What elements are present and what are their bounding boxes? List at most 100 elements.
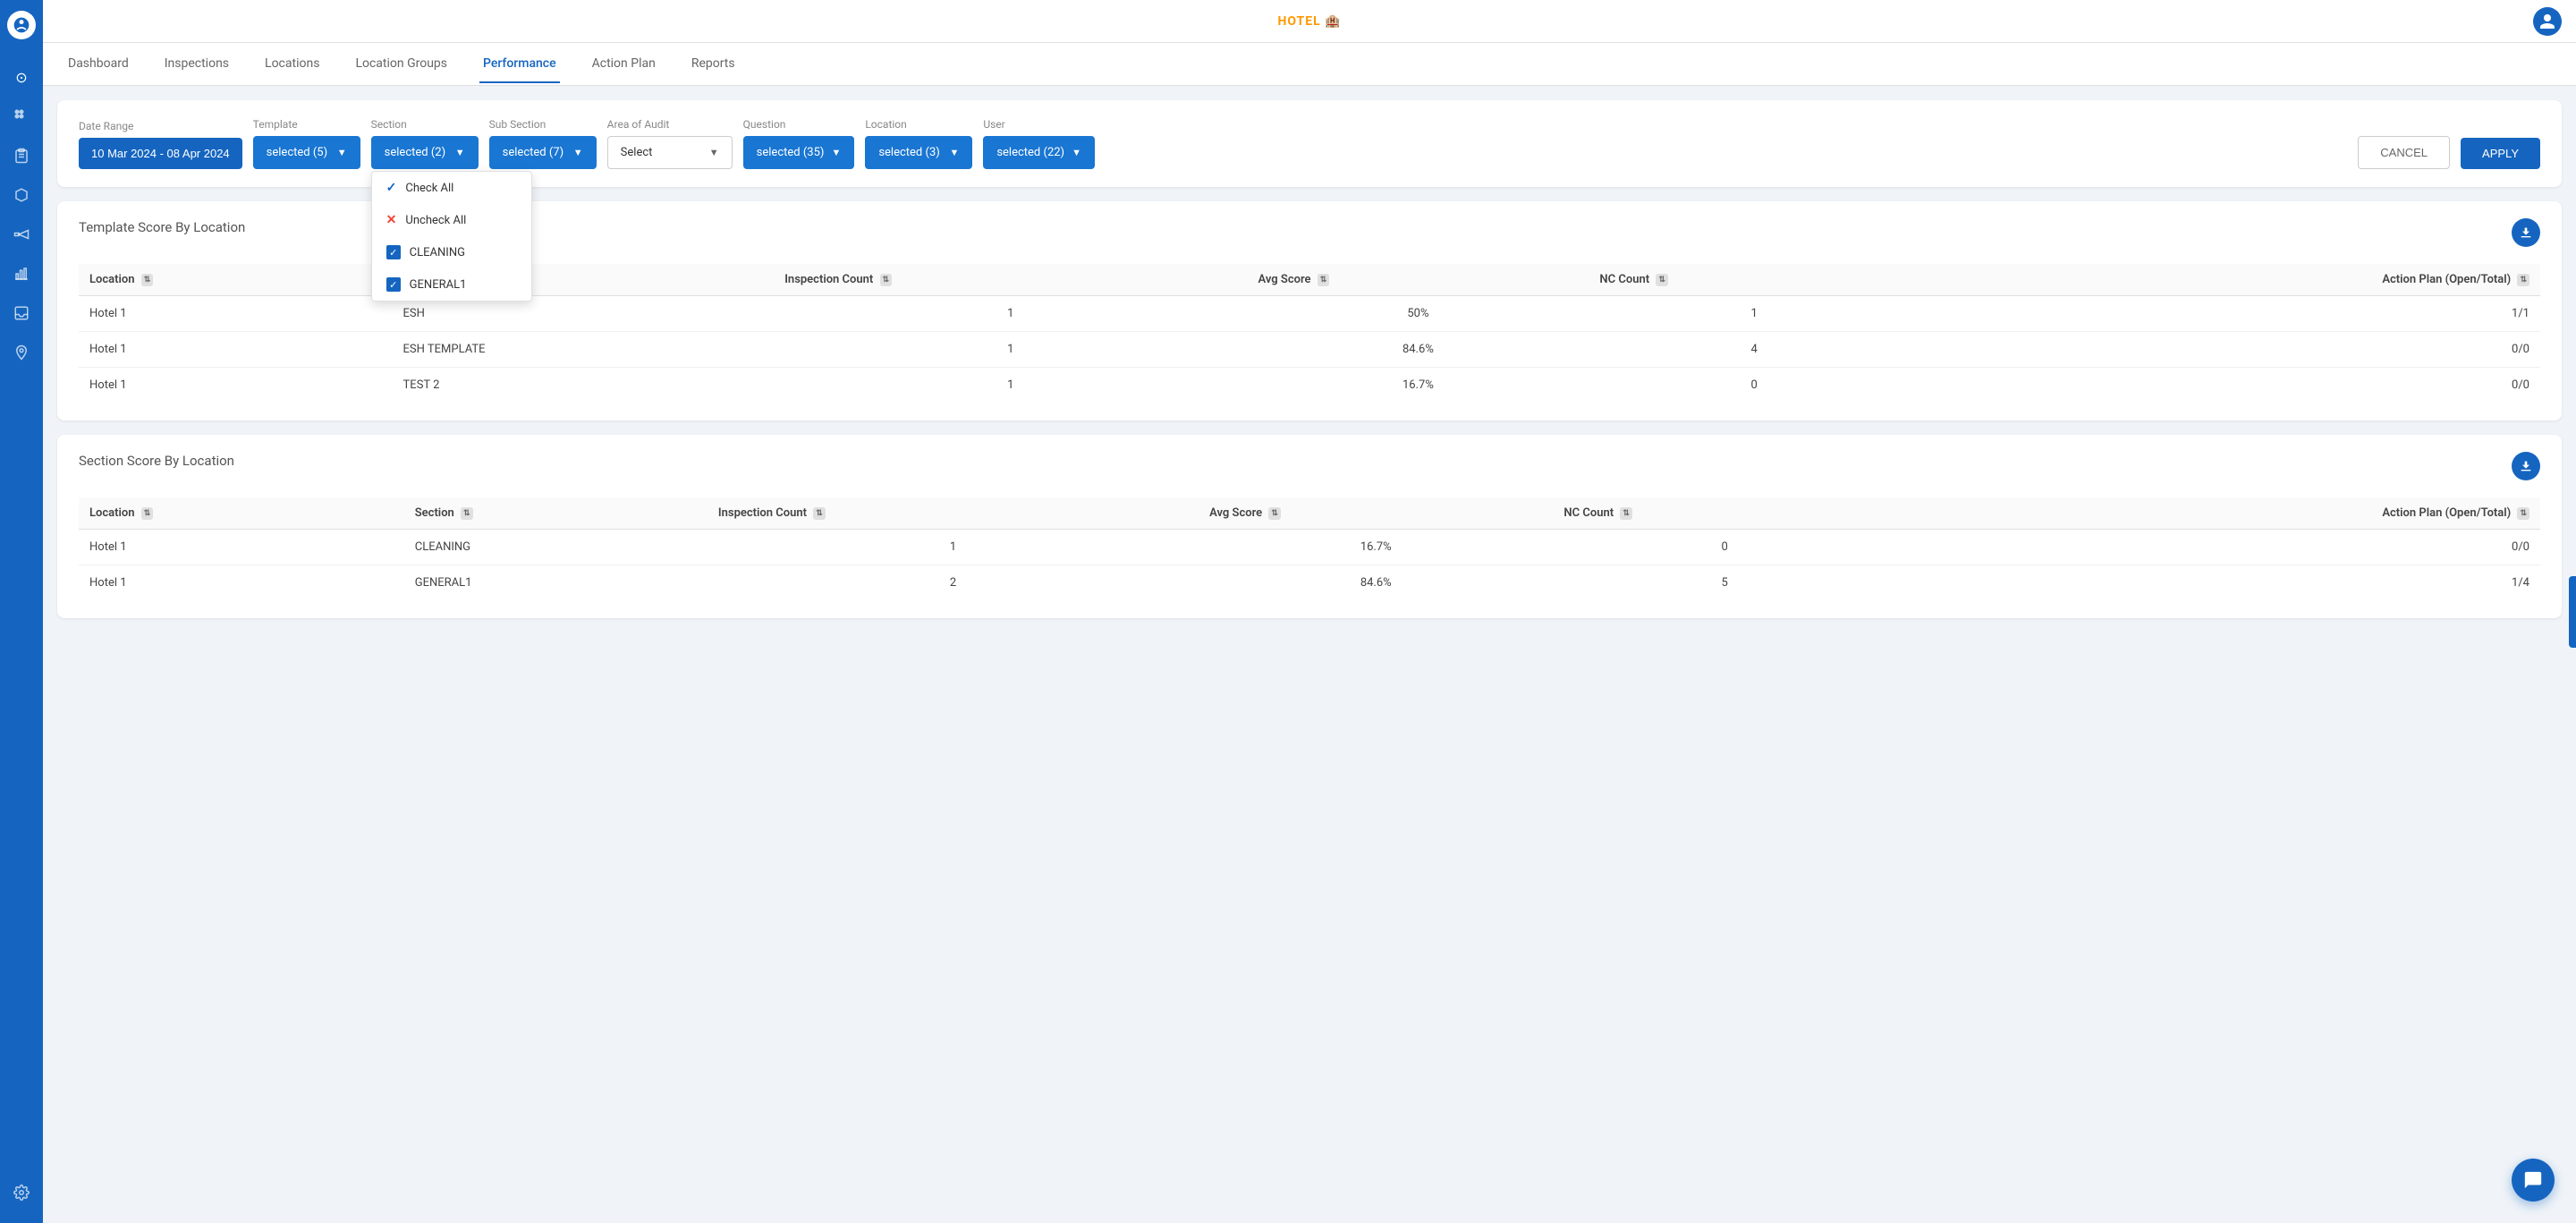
inspection-count-sort-icon[interactable]: ⇅	[880, 274, 893, 286]
date-range-button[interactable]: 10 Mar 2024 - 08 Apr 2024	[79, 138, 242, 169]
sidebar-item-clipboard[interactable]	[5, 140, 38, 172]
check-all-item[interactable]: ✓ Check All	[372, 172, 531, 204]
cell-inspection-count: 1	[774, 332, 1247, 368]
question-dropdown[interactable]: selected (35) ▼	[743, 136, 855, 169]
tab-performance[interactable]: Performance	[479, 46, 560, 83]
cell-nc-count: 0	[1553, 530, 1895, 565]
template-score-download-button[interactable]	[2512, 218, 2540, 247]
question-chevron-icon: ▼	[831, 147, 841, 158]
sec-location-sort-icon[interactable]: ⇅	[141, 507, 154, 520]
template-group: Template selected (5) ▼	[253, 118, 360, 169]
tab-inspections[interactable]: Inspections	[161, 46, 233, 83]
cancel-button[interactable]: CANCEL	[2358, 136, 2450, 169]
area-of-audit-label: Area of Audit	[607, 118, 733, 131]
user-value: selected (22)	[996, 146, 1064, 159]
user-avatar[interactable]	[2533, 7, 2562, 36]
tab-locations[interactable]: Locations	[261, 46, 323, 83]
section-score-download-button[interactable]	[2512, 452, 2540, 480]
question-group: Question selected (35) ▼	[743, 118, 855, 169]
action-plan-sort-icon[interactable]: ⇅	[2517, 274, 2529, 286]
apply-button[interactable]: APPLY	[2461, 138, 2540, 169]
cleaning-item[interactable]: ✓ CLEANING	[372, 236, 531, 268]
date-range-label: Date Range	[79, 120, 242, 132]
sec-inspection-sort-icon[interactable]: ⇅	[813, 507, 826, 520]
cell-avg-score: 50%	[1247, 296, 1589, 332]
nav-tabs: Dashboard Inspections Locations Location…	[43, 43, 2576, 86]
sidebar-item-pin[interactable]	[5, 336, 38, 369]
nc-count-sort-icon[interactable]: ⇅	[1656, 274, 1668, 286]
section-dropdown[interactable]: selected (2) ▼	[371, 136, 479, 169]
tab-dashboard[interactable]: Dashboard	[64, 46, 132, 83]
table-row: Hotel 1 TEST 2 1 16.7% 0 0/0	[79, 368, 2540, 403]
area-of-audit-dropdown[interactable]: Select ▼	[607, 136, 733, 169]
cleaning-label: CLEANING	[410, 246, 465, 259]
section-score-title: Section Score By Location	[79, 453, 234, 469]
sidebar-item-chart[interactable]	[5, 258, 38, 290]
location-label: Location	[865, 118, 972, 131]
sidebar-item-inbox[interactable]	[5, 297, 38, 329]
sec-action-sort-icon[interactable]: ⇅	[2517, 507, 2529, 520]
chat-button[interactable]	[2512, 1159, 2555, 1202]
cell-location: Hotel 1	[79, 530, 404, 565]
tab-location-groups[interactable]: Location Groups	[352, 46, 451, 83]
cell-avg-score: 16.7%	[1199, 530, 1553, 565]
sec-col-section: Section ⇅	[404, 497, 708, 530]
cell-nc-count: 4	[1589, 332, 1919, 368]
cell-action-plan: 0/0	[1919, 368, 2540, 403]
template-value: selected (5)	[267, 146, 327, 159]
cell-nc-count: 0	[1589, 368, 1919, 403]
sidebar-item-tag[interactable]	[5, 179, 38, 211]
col-location: Location ⇅	[79, 264, 393, 296]
filter-actions: CANCEL APPLY	[2358, 136, 2540, 169]
location-value: selected (3)	[878, 146, 939, 159]
section-wrapper: selected (2) ▼ ✓ Check All ✕ Uncheck A	[371, 136, 479, 169]
general1-item[interactable]: ✓ GENERAL1	[372, 268, 531, 301]
sec-nc-sort-icon[interactable]: ⇅	[1620, 507, 1632, 520]
tab-reports[interactable]: Reports	[688, 46, 739, 83]
cell-avg-score: 84.6%	[1247, 332, 1589, 368]
sec-section-sort-icon[interactable]: ⇅	[461, 507, 473, 520]
section-dropdown-menu: ✓ Check All ✕ Uncheck All ✓ CLEANING	[371, 171, 532, 302]
filter-row: Date Range 10 Mar 2024 - 08 Apr 2024 Tem…	[79, 118, 2540, 169]
sec-col-location: Location ⇅	[79, 497, 404, 530]
sidebar-item-home[interactable]: ⊙	[5, 61, 38, 93]
user-dropdown[interactable]: selected (22) ▼	[983, 136, 1095, 169]
cell-inspection-count: 2	[708, 565, 1199, 601]
area-of-audit-group: Area of Audit Select ▼	[607, 118, 733, 169]
sec-col-nc-count: NC Count ⇅	[1553, 497, 1895, 530]
cell-inspection-count: 1	[708, 530, 1199, 565]
cell-action-plan: 1/4	[1896, 565, 2540, 601]
filter-bar: Date Range 10 Mar 2024 - 08 Apr 2024 Tem…	[57, 100, 2562, 187]
location-sort-icon[interactable]: ⇅	[141, 274, 154, 286]
sidebar-item-gear[interactable]	[5, 1176, 38, 1209]
sidebar-item-megaphone[interactable]	[5, 218, 38, 251]
question-label: Question	[743, 118, 855, 131]
sec-avg-sort-icon[interactable]: ⇅	[1268, 507, 1281, 520]
uncheck-all-item[interactable]: ✕ Uncheck All	[372, 204, 531, 236]
table-row: Hotel 1 ESH TEMPLATE 1 84.6% 4 0/0	[79, 332, 2540, 368]
col-avg-score: Avg Score ⇅	[1247, 264, 1589, 296]
template-label: Template	[253, 118, 360, 131]
cell-inspection-count: 1	[774, 296, 1247, 332]
template-chevron-icon: ▼	[337, 147, 347, 158]
cell-avg-score: 84.6%	[1199, 565, 1553, 601]
question-value: selected (35)	[757, 146, 825, 159]
app-logo: HOTEL 🏨	[1277, 14, 1341, 29]
section-label: Section	[371, 118, 479, 131]
date-range-group: Date Range 10 Mar 2024 - 08 Apr 2024	[79, 120, 242, 169]
location-dropdown[interactable]: selected (3) ▼	[865, 136, 972, 169]
check-all-label: Check All	[405, 182, 453, 195]
sidebar: ⊙	[0, 0, 43, 1223]
area-chevron-icon: ▼	[709, 147, 719, 158]
scroll-indicator	[2569, 576, 2576, 648]
cell-section: CLEANING	[404, 530, 708, 565]
template-dropdown[interactable]: selected (5) ▼	[253, 136, 360, 169]
section-value: selected (2)	[385, 146, 445, 159]
cell-section: GENERAL1	[404, 565, 708, 601]
tab-action-plan[interactable]: Action Plan	[589, 46, 659, 83]
sidebar-item-apps[interactable]	[5, 100, 38, 132]
sub-section-dropdown[interactable]: selected (7) ▼	[489, 136, 597, 169]
avg-score-sort-icon[interactable]: ⇅	[1318, 274, 1330, 286]
cell-action-plan: 0/0	[1919, 332, 2540, 368]
user-label: User	[983, 118, 1095, 131]
